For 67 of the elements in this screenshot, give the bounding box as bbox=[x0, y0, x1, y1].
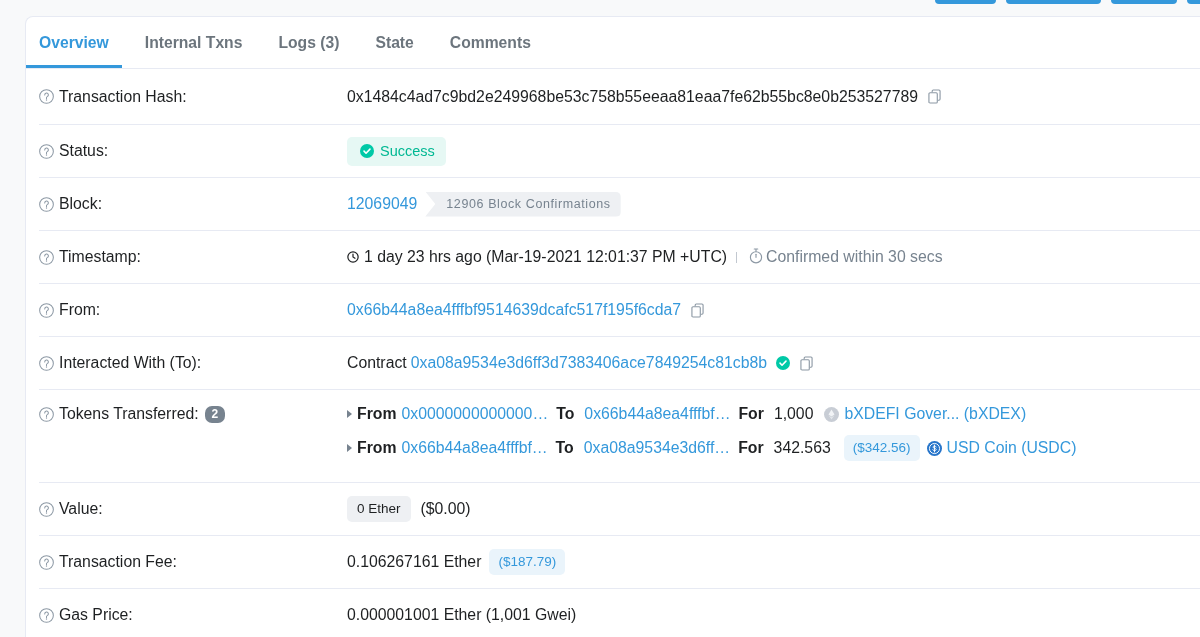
block-number-link[interactable]: 12069049 bbox=[347, 192, 418, 216]
to-label: To bbox=[555, 438, 574, 458]
from-label: From bbox=[357, 404, 397, 424]
for-label: For bbox=[738, 404, 764, 424]
ether-value-badge: 0 Ether bbox=[347, 496, 411, 522]
field-value: 0.000001001 Ether (1,001 Gwei) bbox=[347, 605, 577, 625]
clock-icon bbox=[347, 251, 359, 263]
from-label: From bbox=[357, 438, 397, 458]
usd-value-badge: ($342.56) bbox=[843, 435, 920, 461]
field-label: Transaction Hash: bbox=[59, 87, 187, 106]
token-link[interactable]: USD Coin (USDC) bbox=[946, 436, 1077, 460]
usd-value: ($0.00) bbox=[420, 499, 471, 519]
diamond-coin-icon bbox=[824, 406, 840, 422]
confirmation-time-text: Confirmed within 30 secs bbox=[766, 247, 943, 267]
address-link[interactable]: 0x66b44a8ea4fffbf… bbox=[401, 436, 548, 460]
field-label: Gas Price: bbox=[59, 606, 133, 624]
usd-value-badge: ($187.79) bbox=[489, 549, 566, 575]
help-icon[interactable] bbox=[39, 554, 54, 570]
dollar-coin-icon bbox=[926, 440, 942, 456]
field-label: Timestamp: bbox=[59, 248, 141, 266]
tab[interactable]: Logs (3) bbox=[265, 17, 353, 68]
fee-value: 0.106267161 Ether bbox=[347, 552, 482, 572]
field-value: 0x1484c4ad7c9bd2e249968be53c758b55eeaa81eaa7fe62b55bc8e0b253527789 bbox=[347, 86, 918, 107]
stopwatch-icon bbox=[749, 248, 764, 264]
caret-icon[interactable] bbox=[347, 444, 352, 452]
help-icon[interactable] bbox=[39, 406, 54, 422]
field-label: Status: bbox=[59, 142, 109, 160]
field-label: Interacted With (To): bbox=[59, 354, 202, 372]
copy-icon[interactable] bbox=[800, 355, 814, 371]
address-link[interactable]: 0x0000000000000… bbox=[401, 402, 549, 426]
toolbar-button[interactable] bbox=[1111, 0, 1177, 4]
to-label: To bbox=[556, 404, 575, 424]
contract-label: Contract bbox=[347, 353, 407, 373]
help-icon[interactable] bbox=[39, 355, 54, 371]
tab[interactable]: Comments bbox=[436, 17, 544, 68]
copy-icon[interactable] bbox=[928, 89, 941, 104]
field-label: From: bbox=[59, 301, 101, 319]
tab[interactable]: Internal Txns bbox=[131, 17, 256, 68]
address-link[interactable]: 0x66b44a8ea4fffbf9514639dcafc517f195f6cda7 bbox=[347, 298, 682, 322]
check-circle-icon bbox=[360, 143, 374, 158]
help-icon[interactable] bbox=[39, 196, 54, 212]
toolbar-button[interactable] bbox=[935, 0, 996, 4]
token-link[interactable]: bXDEFI Gover... (bXDEX) bbox=[844, 402, 1027, 426]
token-amount: 342.563 bbox=[773, 438, 831, 458]
help-icon[interactable] bbox=[39, 249, 54, 265]
help-icon[interactable] bbox=[39, 607, 54, 623]
status-text: Success bbox=[380, 141, 435, 161]
contract-address-link[interactable]: 0xa08a9534e3d6ff3d7383406ace7849254c81cb8b bbox=[410, 351, 768, 375]
tab[interactable]: Overview bbox=[26, 17, 122, 68]
copy-icon[interactable] bbox=[691, 302, 705, 318]
caret-icon[interactable] bbox=[347, 410, 352, 418]
help-icon[interactable] bbox=[39, 143, 54, 159]
field-label: Value: bbox=[59, 500, 103, 518]
tab[interactable]: State bbox=[362, 17, 427, 68]
block-confirmations-tag: 12906 Block Confirmations bbox=[425, 191, 621, 217]
field-label: Transaction Fee: bbox=[59, 553, 177, 571]
token-amount: 1,000 bbox=[773, 404, 814, 424]
address-link[interactable]: 0x66b44a8ea4fffbf… bbox=[584, 402, 731, 426]
help-icon[interactable] bbox=[39, 302, 54, 318]
address-link[interactable]: 0xa08a9534e3d6ff… bbox=[583, 436, 731, 460]
for-label: For bbox=[738, 438, 764, 458]
field-label: Tokens Transferred: bbox=[59, 405, 199, 423]
timestamp-text: 1 day 23 hrs ago (Mar-19-2021 12:01:37 PM +UTC) bbox=[364, 247, 728, 267]
field-label: Block: bbox=[59, 195, 103, 213]
help-icon[interactable] bbox=[39, 89, 54, 104]
transfer-count-badge: 2 bbox=[204, 405, 226, 423]
help-icon[interactable] bbox=[39, 501, 54, 517]
